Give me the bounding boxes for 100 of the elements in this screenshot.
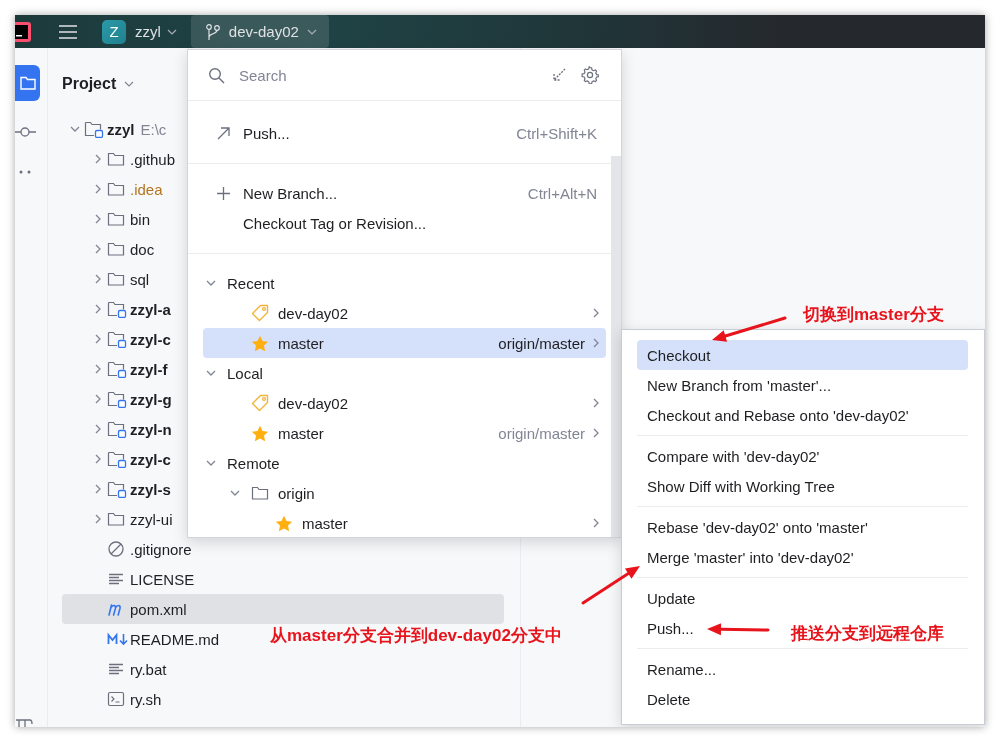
item-label: zzyl-s xyxy=(130,480,171,498)
tree-item[interactable]: sql xyxy=(62,264,154,294)
branch-icon xyxy=(204,22,221,41)
folder-icon xyxy=(107,151,125,167)
annotation-text: 从master分支合并到dev-day02分支中 xyxy=(270,626,562,645)
item-label: zzyl xyxy=(107,120,135,138)
menu-item[interactable]: Merge 'master' into 'dev-day02' xyxy=(637,542,860,572)
group-header[interactable]: Local xyxy=(203,358,606,388)
text-file-icon xyxy=(107,661,125,677)
shortcut: Ctrl+Alt+N xyxy=(527,184,598,202)
item-label: zzyl-f xyxy=(130,360,168,378)
menu-item[interactable]: Push... xyxy=(637,613,700,643)
item-label: zzyl-a xyxy=(130,300,171,318)
tree-item[interactable]: .idea xyxy=(62,174,167,204)
tree-item[interactable]: zzyl-a xyxy=(62,294,175,324)
item-label: README.md xyxy=(130,630,220,648)
star-icon xyxy=(251,334,269,352)
chevron-right-icon xyxy=(591,517,601,529)
repo-switcher[interactable]: zzyl xyxy=(135,23,177,40)
tree-item[interactable]: README.md xyxy=(62,624,224,654)
module-folder-icon xyxy=(107,420,127,438)
arrow-up-right-icon xyxy=(216,125,231,141)
module-folder-icon xyxy=(107,360,127,378)
branch-item[interactable]: master origin/master xyxy=(203,418,606,448)
item-label: .gitignore xyxy=(130,540,192,558)
tree-item[interactable]: LICENSE xyxy=(62,564,199,594)
tree-item[interactable]: zzyl-n xyxy=(62,414,176,444)
group-header[interactable]: Recent xyxy=(203,268,606,298)
tree-item[interactable]: zzyl E:\c xyxy=(62,114,171,144)
item-label: zzyl-n xyxy=(130,420,172,438)
chevron-down-icon xyxy=(124,79,135,89)
tree-item[interactable]: zzyl-s xyxy=(62,474,175,504)
tree-item[interactable]: zzyl-g xyxy=(62,384,176,414)
menu-item[interactable]: New Branch... Ctrl+Alt+N xyxy=(203,178,606,208)
collapse-arrow-icon[interactable] xyxy=(551,67,567,83)
folder-icon xyxy=(107,511,125,527)
menu-item[interactable]: Rebase 'dev-day02' onto 'master' xyxy=(637,512,874,542)
tree-item[interactable]: zzyl-f xyxy=(62,354,172,384)
menu-item[interactable]: Checkout and Rebase onto 'dev-day02' xyxy=(637,400,915,430)
folder-icon xyxy=(20,76,36,90)
menu-icon[interactable] xyxy=(58,23,78,40)
tag-icon xyxy=(251,304,269,322)
chevron-right-icon xyxy=(591,337,601,349)
module-folder-icon xyxy=(107,390,127,408)
item-label: sql xyxy=(130,270,150,288)
folder-icon xyxy=(107,241,125,257)
menu-item[interactable]: Show Diff with Working Tree xyxy=(637,471,841,501)
branch-item[interactable]: dev-day02 xyxy=(203,298,606,328)
branch-item[interactable]: dev-day02 xyxy=(203,388,606,418)
branch-item[interactable]: master origin/master xyxy=(203,328,606,358)
item-label: doc xyxy=(130,240,155,258)
tree-item[interactable]: ry.sh xyxy=(62,684,166,714)
tree-item[interactable]: zzyl-c xyxy=(62,324,175,354)
folder-icon xyxy=(251,485,269,501)
menu-item[interactable]: New Branch from 'master'... xyxy=(637,370,838,400)
menu-item[interactable]: Checkout xyxy=(637,340,968,370)
tree-item[interactable]: pom.xml xyxy=(62,594,504,624)
item-label: pom.xml xyxy=(130,600,187,618)
tree-item[interactable]: zzyl-ui xyxy=(62,504,177,534)
scrollbar[interactable] xyxy=(611,156,621,537)
tree-item[interactable]: zzyl-c xyxy=(62,444,175,474)
branch-item[interactable]: origin xyxy=(203,478,606,508)
panel-title-selector[interactable]: Project xyxy=(62,70,135,98)
item-label: zzyl-g xyxy=(130,390,172,408)
module-folder-icon xyxy=(84,120,104,138)
item-label: zzyl-ui xyxy=(130,510,173,528)
module-folder-icon xyxy=(107,450,127,468)
tree-item[interactable]: ry.bat xyxy=(62,654,171,684)
module-folder-icon xyxy=(107,480,127,498)
menu-item[interactable]: Checkout Tag or Revision... xyxy=(203,208,606,238)
item-label: ry.sh xyxy=(130,690,162,708)
tree-item[interactable]: doc xyxy=(62,234,159,264)
shortcut: Ctrl+Shift+K xyxy=(516,124,598,142)
menu-item[interactable]: Delete xyxy=(637,684,697,714)
tree-item[interactable]: .github xyxy=(62,144,180,174)
star-icon xyxy=(275,514,293,532)
module-folder-icon xyxy=(107,300,127,318)
item-label: .github xyxy=(130,150,176,168)
project-badge: Z xyxy=(102,19,126,44)
item-label: zzyl-c xyxy=(130,330,171,348)
tree-item[interactable]: bin xyxy=(62,204,155,234)
app-logo-icon xyxy=(15,21,31,42)
item-label: zzyl-c xyxy=(130,450,171,468)
commit-icon[interactable] xyxy=(15,126,37,138)
settings-icon[interactable] xyxy=(581,66,599,84)
branch-item[interactable]: master xyxy=(203,508,606,537)
menu-item[interactable]: Compare with 'dev-day02' xyxy=(637,441,826,471)
project-tool-button[interactable] xyxy=(15,65,40,101)
search-field[interactable]: Search xyxy=(237,65,537,85)
ignore-circle-icon xyxy=(107,540,125,558)
folder-icon xyxy=(107,181,125,197)
annotation-text: 推送分支到远程仓库 xyxy=(791,624,944,643)
chevron-right-icon xyxy=(591,307,601,319)
group-header[interactable]: Remote xyxy=(203,448,606,478)
menu-item[interactable]: Update xyxy=(637,583,702,613)
branch-selector[interactable]: dev-day02 xyxy=(190,15,329,48)
menu-item[interactable]: Rename... xyxy=(637,654,723,684)
hammer-icon[interactable] xyxy=(15,717,33,727)
tree-item[interactable]: .gitignore xyxy=(62,534,196,564)
menu-item[interactable]: Push... Ctrl+Shift+K xyxy=(203,118,606,148)
